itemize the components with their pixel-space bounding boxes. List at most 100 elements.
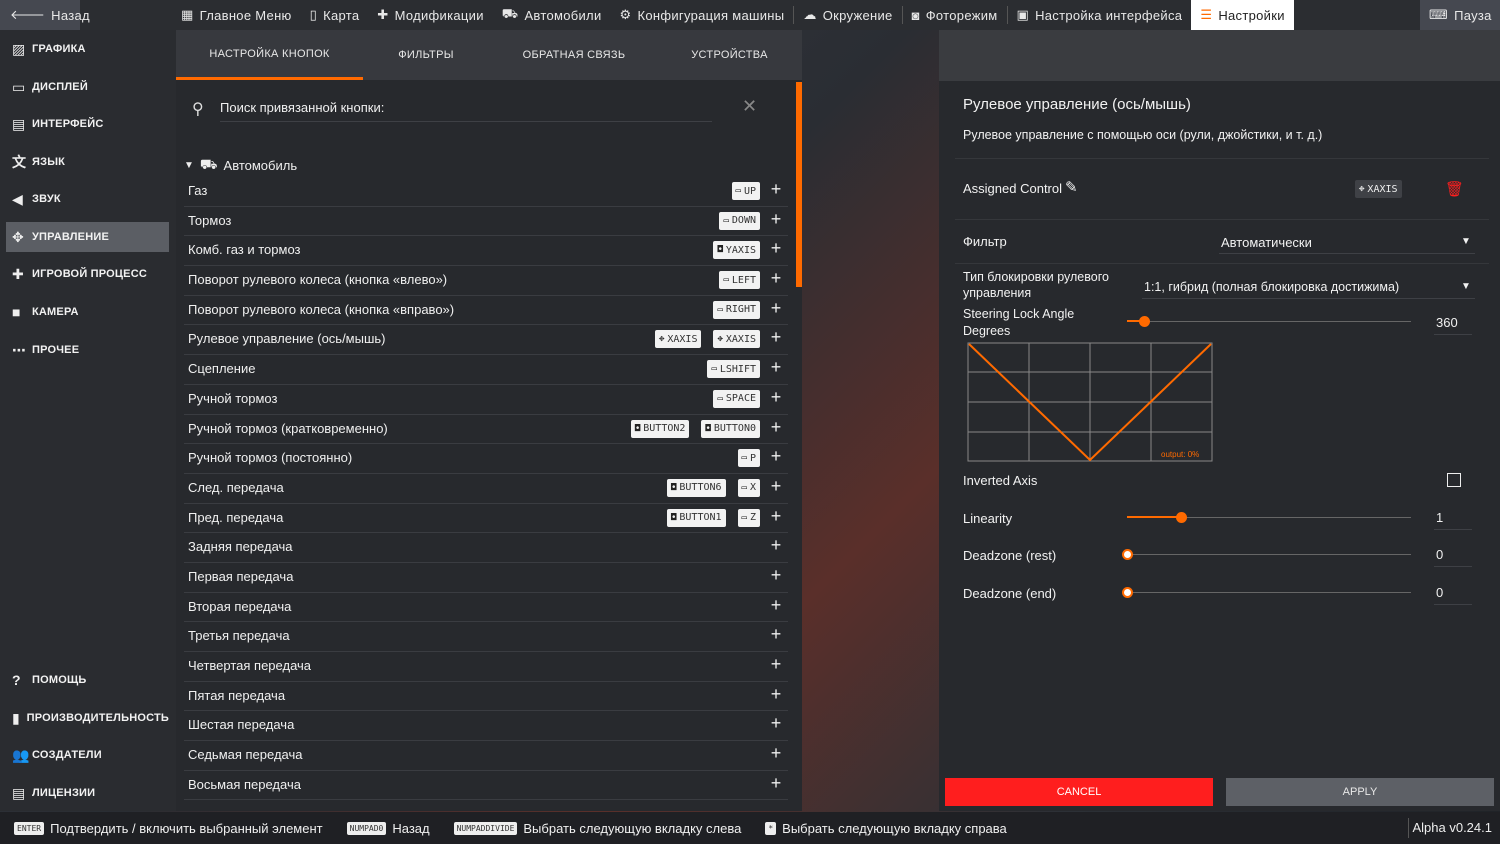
- topbar-item-settings[interactable]: ☰ Настройки: [1191, 0, 1294, 30]
- topbar-item-main-menu[interactable]: ▦ Главное Меню: [172, 0, 301, 30]
- add-binding-icon[interactable]: +: [766, 506, 786, 527]
- topbar-item-vehicle-config[interactable]: ⚙ Конфигурация машины: [611, 0, 794, 30]
- steering-lock-slider[interactable]: [1127, 316, 1411, 328]
- add-binding-icon[interactable]: +: [766, 595, 786, 616]
- binding-row[interactable]: Ручной тормоз (кратковременно) ◘ BUTTON2 ◘ B…: [184, 415, 788, 445]
- topbar-item-photo-mode[interactable]: ◙ Фоторежим: [903, 0, 1007, 30]
- category-header[interactable]: ▼ ⛟ Автомобиль: [184, 156, 297, 174]
- deadzone-rest-input[interactable]: 0: [1434, 547, 1472, 567]
- deadzone-end-slider[interactable]: [1122, 587, 1411, 599]
- binding-row[interactable]: Третья передача +: [184, 622, 788, 652]
- binding-row[interactable]: След. передача ◘ BUTTON6 ▭ X +: [184, 474, 788, 504]
- binding-chip[interactable]: ◘ BUTTON6: [666, 478, 726, 497]
- add-binding-icon[interactable]: +: [766, 446, 786, 467]
- add-binding-icon[interactable]: +: [766, 298, 786, 319]
- binding-chip[interactable]: ▭ X: [737, 478, 760, 497]
- add-binding-icon[interactable]: +: [766, 713, 786, 734]
- binding-row[interactable]: Тормоз ▭ DOWN +: [184, 207, 788, 237]
- sidebar-item-display[interactable]: ▭ ДИСПЛЕЙ: [6, 72, 169, 102]
- add-binding-icon[interactable]: +: [766, 654, 786, 675]
- add-binding-icon[interactable]: +: [766, 624, 786, 645]
- binding-chip[interactable]: ◘ BUTTON0: [701, 419, 760, 438]
- binding-row[interactable]: Поворот рулевого колеса (кнопка «влево»)…: [184, 266, 788, 296]
- tab-filters[interactable]: ФИЛЬТРЫ: [363, 30, 489, 80]
- slider-handle[interactable]: [1139, 316, 1151, 327]
- binding-row[interactable]: Сцепление ▭ LSHIFT +: [184, 355, 788, 385]
- deadzone-rest-slider[interactable]: [1122, 549, 1411, 561]
- add-binding-icon[interactable]: +: [766, 535, 786, 556]
- add-binding-icon[interactable]: +: [766, 179, 786, 200]
- sidebar-item-performance[interactable]: ▮ ПРОИЗВОДИТЕЛЬНОСТЬ: [6, 703, 169, 733]
- add-binding-icon[interactable]: +: [766, 565, 786, 586]
- slider-handle[interactable]: [1175, 512, 1187, 523]
- binding-row[interactable]: Ручной тормоз ▭ SPACE +: [184, 385, 788, 415]
- sidebar-item-graphics[interactable]: ▨ ГРАФИКА: [6, 34, 169, 64]
- add-binding-icon[interactable]: +: [766, 387, 786, 408]
- sidebar-item-credits[interactable]: 👥 СОЗДАТЕЛИ: [6, 740, 169, 770]
- binding-chip[interactable]: ◘ YAXIS: [713, 241, 760, 260]
- binding-row[interactable]: Пред. передача ◘ BUTTON1 ▭ Z +: [184, 504, 788, 534]
- binding-row[interactable]: Поворот рулевого колеса (кнопка «вправо»…: [184, 296, 788, 326]
- binding-row[interactable]: Ручной тормоз (постоянно) ▭ P +: [184, 444, 788, 474]
- sidebar-item-interface[interactable]: ▤ ИНТЕРФЕЙС: [6, 109, 169, 139]
- sidebar-item-language[interactable]: 文 ЯЗЫК: [6, 147, 169, 177]
- steering-lock-input[interactable]: 360: [1434, 315, 1472, 335]
- binding-chip[interactable]: ✥ XAXIS: [654, 330, 702, 349]
- slider-handle[interactable]: [1122, 587, 1133, 598]
- deadzone-end-input[interactable]: 0: [1434, 585, 1472, 605]
- add-binding-icon[interactable]: +: [766, 268, 786, 289]
- binding-row[interactable]: Газ ▭ UP +: [184, 177, 788, 207]
- pencil-icon[interactable]: ✎: [1065, 178, 1078, 196]
- binding-chip[interactable]: ▭ Z: [737, 508, 760, 527]
- add-binding-icon[interactable]: +: [766, 743, 786, 764]
- sidebar-item-licenses[interactable]: ▤ ЛИЦЕНЗИИ: [6, 778, 169, 808]
- topbar-item-ui-apps[interactable]: ▣ Настройка интерфейса: [1008, 0, 1192, 30]
- binding-row[interactable]: Комб. газ и тормоз ◘ YAXIS +: [184, 236, 788, 267]
- binding-row[interactable]: Четвертая передача +: [184, 652, 788, 682]
- delete-icon[interactable]: 🗑: [1445, 180, 1464, 198]
- tab-devices[interactable]: УСТРОЙСТВА: [659, 30, 800, 80]
- binding-row[interactable]: Вторая передача +: [184, 593, 788, 623]
- apply-button[interactable]: APPLY: [1226, 778, 1494, 806]
- topbar-item-environment[interactable]: ☁ Окружение: [794, 0, 901, 30]
- binding-row[interactable]: Первая передача +: [184, 563, 788, 593]
- add-binding-icon[interactable]: +: [766, 684, 786, 705]
- tab-feedback[interactable]: ОБРАТНАЯ СВЯЗЬ: [489, 30, 659, 80]
- binding-chip[interactable]: ◘ BUTTON1: [666, 508, 726, 527]
- topbar-item-map[interactable]: ▯ Карта: [301, 0, 369, 30]
- sidebar-item-other[interactable]: ⋯ ПРОЧЕЕ: [6, 335, 169, 365]
- inverted-axis-checkbox[interactable]: [1447, 473, 1461, 487]
- binding-chip[interactable]: ▭ UP: [731, 182, 760, 200]
- binding-chip[interactable]: ▭ DOWN: [719, 211, 760, 230]
- clear-icon[interactable]: ✕: [742, 96, 757, 117]
- sidebar-item-gameplay[interactable]: ✚ ИГРОВОЙ ПРОЦЕСС: [6, 259, 169, 289]
- add-binding-icon[interactable]: +: [766, 209, 786, 230]
- scrollbar[interactable]: [796, 82, 802, 287]
- binding-row[interactable]: Рулевое управление (ось/мышь) ✥ XAXIS ✥ XAXI…: [184, 325, 788, 356]
- binding-row[interactable]: Пятая передача +: [184, 682, 788, 712]
- binding-chip[interactable]: ▭ LSHIFT: [707, 360, 760, 379]
- search-input[interactable]: [220, 94, 712, 122]
- binding-chip[interactable]: ▭ RIGHT: [713, 300, 760, 319]
- add-binding-icon[interactable]: +: [766, 773, 786, 794]
- topbar-item-mods[interactable]: ✚ Модификации: [368, 0, 492, 30]
- binding-row[interactable]: Шестая передача +: [184, 711, 788, 742]
- add-binding-icon[interactable]: +: [766, 476, 786, 497]
- topbar-item-vehicles[interactable]: ⛟ Автомобили: [493, 0, 611, 30]
- linearity-input[interactable]: 1: [1434, 510, 1472, 530]
- tab-bindings[interactable]: НАСТРОЙКА КНОПОК: [176, 30, 363, 80]
- linearity-slider[interactable]: [1127, 512, 1411, 524]
- pause-button[interactable]: ⌨ Пауза: [1420, 0, 1500, 30]
- sidebar-item-controls[interactable]: ✥ УПРАВЛЕНИЕ: [6, 222, 169, 252]
- slider-handle[interactable]: [1122, 549, 1133, 560]
- add-binding-icon[interactable]: +: [766, 357, 786, 378]
- sidebar-item-help[interactable]: ? ПОМОЩЬ: [6, 665, 169, 695]
- filter-select[interactable]: Автоматически ▼: [1219, 232, 1475, 254]
- binding-row[interactable]: Восьмая передача +: [184, 771, 788, 801]
- cancel-button[interactable]: CANCEL: [945, 778, 1213, 806]
- sidebar-item-camera[interactable]: ■ КАМЕРА: [6, 297, 169, 327]
- binding-chip[interactable]: ✥ XAXIS: [713, 330, 760, 349]
- add-binding-icon[interactable]: +: [766, 327, 786, 348]
- binding-chip[interactable]: ▭ P: [737, 449, 760, 468]
- sidebar-item-audio[interactable]: ◀ ЗВУК: [6, 184, 169, 214]
